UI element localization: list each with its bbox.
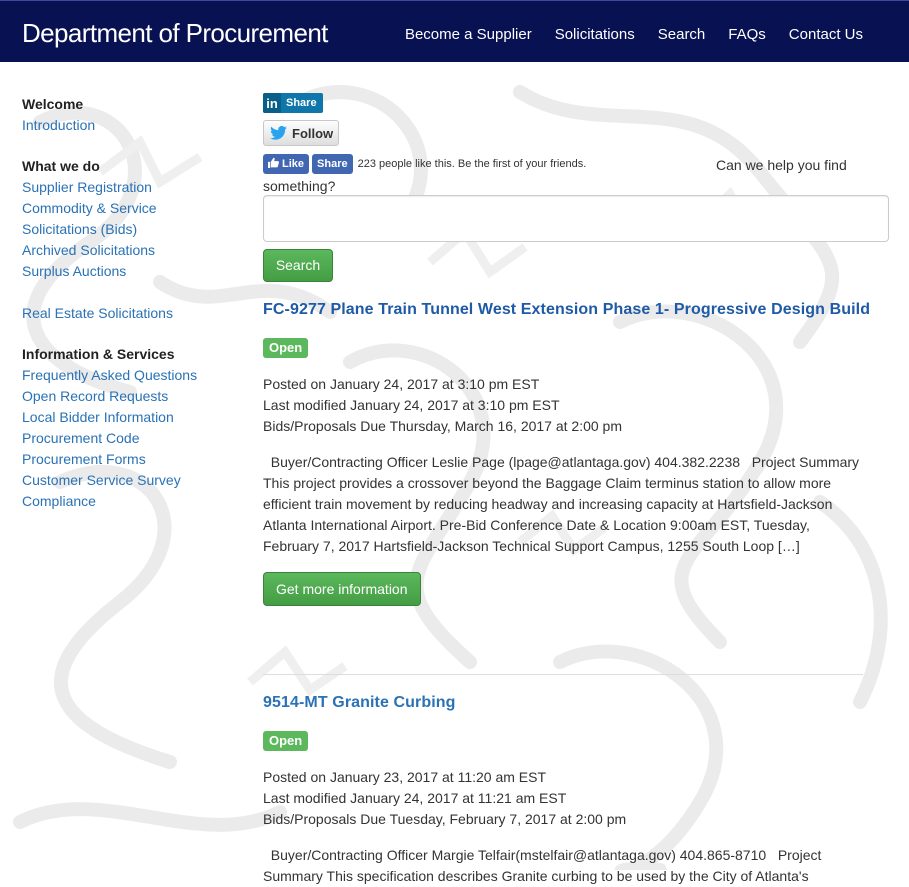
sidebar-link-introduction[interactable]: Introduction [22, 115, 242, 136]
sidebar-link-procurement-forms[interactable]: Procurement Forms [22, 449, 242, 470]
main-nav: Become a Supplier Solicitations Search F… [382, 26, 863, 43]
listing-divider [263, 674, 863, 675]
sidebar-heading-information-services: Information & Services [22, 346, 175, 362]
sidebar-group-what-we-do: What we do Supplier Registration Commodi… [22, 156, 242, 324]
sidebar-heading-welcome: Welcome [22, 96, 84, 112]
sidebar-link-archived-solicitations[interactable]: Archived Solicitations [22, 240, 242, 261]
site-header: Department of Procurement Become a Suppl… [0, 0, 909, 62]
sidebar-link-faq[interactable]: Frequently Asked Questions [22, 365, 242, 386]
sidebar-group-welcome: Welcome Introduction [22, 94, 242, 136]
twitter-bird-icon [270, 125, 288, 140]
sidebar-link-procurement-code[interactable]: Procurement Code [22, 428, 242, 449]
listing-due-1: Bids/Proposals Due Thursday, March 16, 2… [263, 418, 623, 434]
listing-modified-2: Last modified January 24, 2017 at 11:21 … [263, 790, 567, 806]
social-share-area: in Share Follow Like Share 223 people li… [263, 93, 889, 174]
status-badge-1: Open [263, 338, 309, 358]
listing-due-2: Bids/Proposals Due Tuesday, February 7, … [263, 811, 627, 827]
listing-title-1[interactable]: FC-9277 Plane Train Tunnel West Extensio… [263, 298, 889, 322]
sidebar-link-local-bidder-information[interactable]: Local Bidder Information [22, 407, 242, 428]
twitter-follow-label: Follow [292, 125, 334, 141]
facebook-like-bar: Like Share 223 people like this. Be the … [263, 154, 586, 174]
facebook-like-button[interactable]: Like [263, 154, 310, 174]
get-more-information-button[interactable]: Get more information [263, 572, 421, 606]
search-button[interactable]: Search [263, 249, 333, 282]
sidebar-link-customer-service-survey[interactable]: Customer Service Survey [22, 470, 242, 491]
nav-solicitations[interactable]: Solicitations [555, 26, 635, 43]
thumbs-up-icon [268, 157, 279, 171]
nav-faqs[interactable]: FAQs [728, 26, 766, 43]
listing-summary-1: Buyer/Contracting Officer Leslie Page (l… [263, 454, 863, 554]
search-prompt-line2: something? [263, 178, 336, 194]
listing-posted-2: Posted on January 23, 2017 at 11:20 am E… [263, 769, 547, 785]
sidebar: Welcome Introduction What we do Supplier… [22, 94, 242, 532]
facebook-share-button[interactable]: Share [312, 154, 353, 174]
linkedin-share-button[interactable]: in Share [263, 93, 323, 113]
facebook-like-label: Like [282, 158, 305, 170]
sidebar-link-surplus-auctions[interactable]: Surplus Auctions [22, 261, 242, 282]
sidebar-link-supplier-registration[interactable]: Supplier Registration [22, 177, 242, 198]
facebook-share-label: Share [317, 158, 348, 170]
listing-item-1: FC-9277 Plane Train Tunnel West Extensio… [263, 298, 889, 606]
linkedin-share-label: Share [286, 97, 317, 109]
linkedin-icon: in [263, 93, 281, 113]
site-title[interactable]: Department of Procurement [22, 18, 328, 49]
nav-contact-us[interactable]: Contact Us [789, 26, 863, 43]
listing-modified-1: Last modified January 24, 2017 at 3:10 p… [263, 397, 560, 413]
facebook-like-count: 223 people like this. Be the first of yo… [357, 158, 587, 170]
listing-item-2: 9514-MT Granite Curbing Open Posted on J… [263, 691, 889, 887]
main-content: in Share Follow Like Share 223 people li… [263, 93, 889, 884]
sidebar-heading-what-we-do: What we do [22, 158, 100, 174]
listing-posted-1: Posted on January 24, 2017 at 3:10 pm ES… [263, 376, 540, 392]
listing-summary-2: Buyer/Contracting Officer Margie Telfair… [263, 847, 826, 884]
sidebar-group-information-services: Information & Services Frequently Asked … [22, 344, 242, 512]
sidebar-link-compliance[interactable]: Compliance [22, 491, 242, 512]
listing-title-2[interactable]: 9514-MT Granite Curbing [263, 691, 889, 715]
twitter-follow-button[interactable]: Follow [263, 120, 339, 146]
sidebar-link-real-estate-solicitations[interactable]: Real Estate Solicitations [22, 303, 242, 324]
nav-become-a-supplier[interactable]: Become a Supplier [405, 26, 532, 43]
search-input[interactable] [263, 195, 889, 242]
sidebar-link-commodity-service[interactable]: Commodity & Service [22, 198, 242, 219]
status-badge-2: Open [263, 731, 309, 751]
nav-search[interactable]: Search [658, 26, 706, 43]
sidebar-link-solicitations-bids[interactable]: Solicitations (Bids) [22, 219, 242, 240]
search-prompt-line1: Can we help you find [716, 157, 847, 173]
sidebar-link-open-record-requests[interactable]: Open Record Requests [22, 386, 242, 407]
